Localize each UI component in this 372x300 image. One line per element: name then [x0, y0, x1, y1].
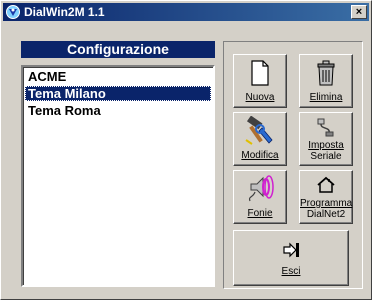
- nuova-label: Nuova: [245, 92, 275, 103]
- esci-label: Esci: [281, 266, 301, 277]
- config-list[interactable]: ACME Tema Milano Tema Roma: [21, 65, 215, 287]
- elimina-label: Elimina: [309, 92, 343, 103]
- trash-can-icon: [317, 60, 335, 86]
- nuova-button[interactable]: Nuova: [233, 54, 287, 108]
- title-bar[interactable]: DialWin2M 1.1 ×: [3, 3, 369, 21]
- dialnet2-label: DialNet2: [306, 209, 346, 220]
- hammer-wrench-icon: [245, 116, 273, 145]
- imposta-seriale-button[interactable]: Imposta Seriale: [299, 112, 353, 166]
- fonie-button[interactable]: Fonie: [233, 170, 287, 224]
- modifica-button[interactable]: Modifica: [233, 112, 287, 166]
- seriale-label: Seriale: [310, 151, 342, 162]
- modifica-label: Modifica: [241, 150, 279, 161]
- programma-dialnet2-button[interactable]: Programma DialNet2: [299, 170, 353, 224]
- app-icon: [6, 5, 20, 19]
- speaker-sound-icon: [248, 175, 274, 202]
- programma-label: Programma: [300, 198, 353, 209]
- close-button[interactable]: ×: [351, 5, 367, 19]
- imposta-label: Imposta: [308, 140, 344, 151]
- house-arrow-icon: [317, 176, 335, 193]
- list-item-acme[interactable]: ACME: [25, 69, 211, 84]
- list-item-tema-roma[interactable]: Tema Roma: [25, 103, 211, 118]
- config-panel-title: Configurazione: [21, 41, 215, 58]
- new-document-icon: [251, 60, 269, 86]
- elimina-button[interactable]: Elimina: [299, 54, 353, 108]
- list-item-tema-milano[interactable]: Tema Milano: [25, 86, 211, 101]
- window-title: DialWin2M 1.1: [24, 5, 105, 19]
- esci-button[interactable]: Esci: [233, 230, 349, 286]
- fonie-label: Fonie: [247, 208, 273, 219]
- serial-cable-icon: [317, 118, 334, 137]
- exit-door-icon: [283, 242, 299, 258]
- app-window: DialWin2M 1.1 × Configurazione ACME Tema…: [0, 0, 372, 300]
- action-button-group: Nuova Elimina Modifica Imposta Seriale F…: [223, 41, 363, 289]
